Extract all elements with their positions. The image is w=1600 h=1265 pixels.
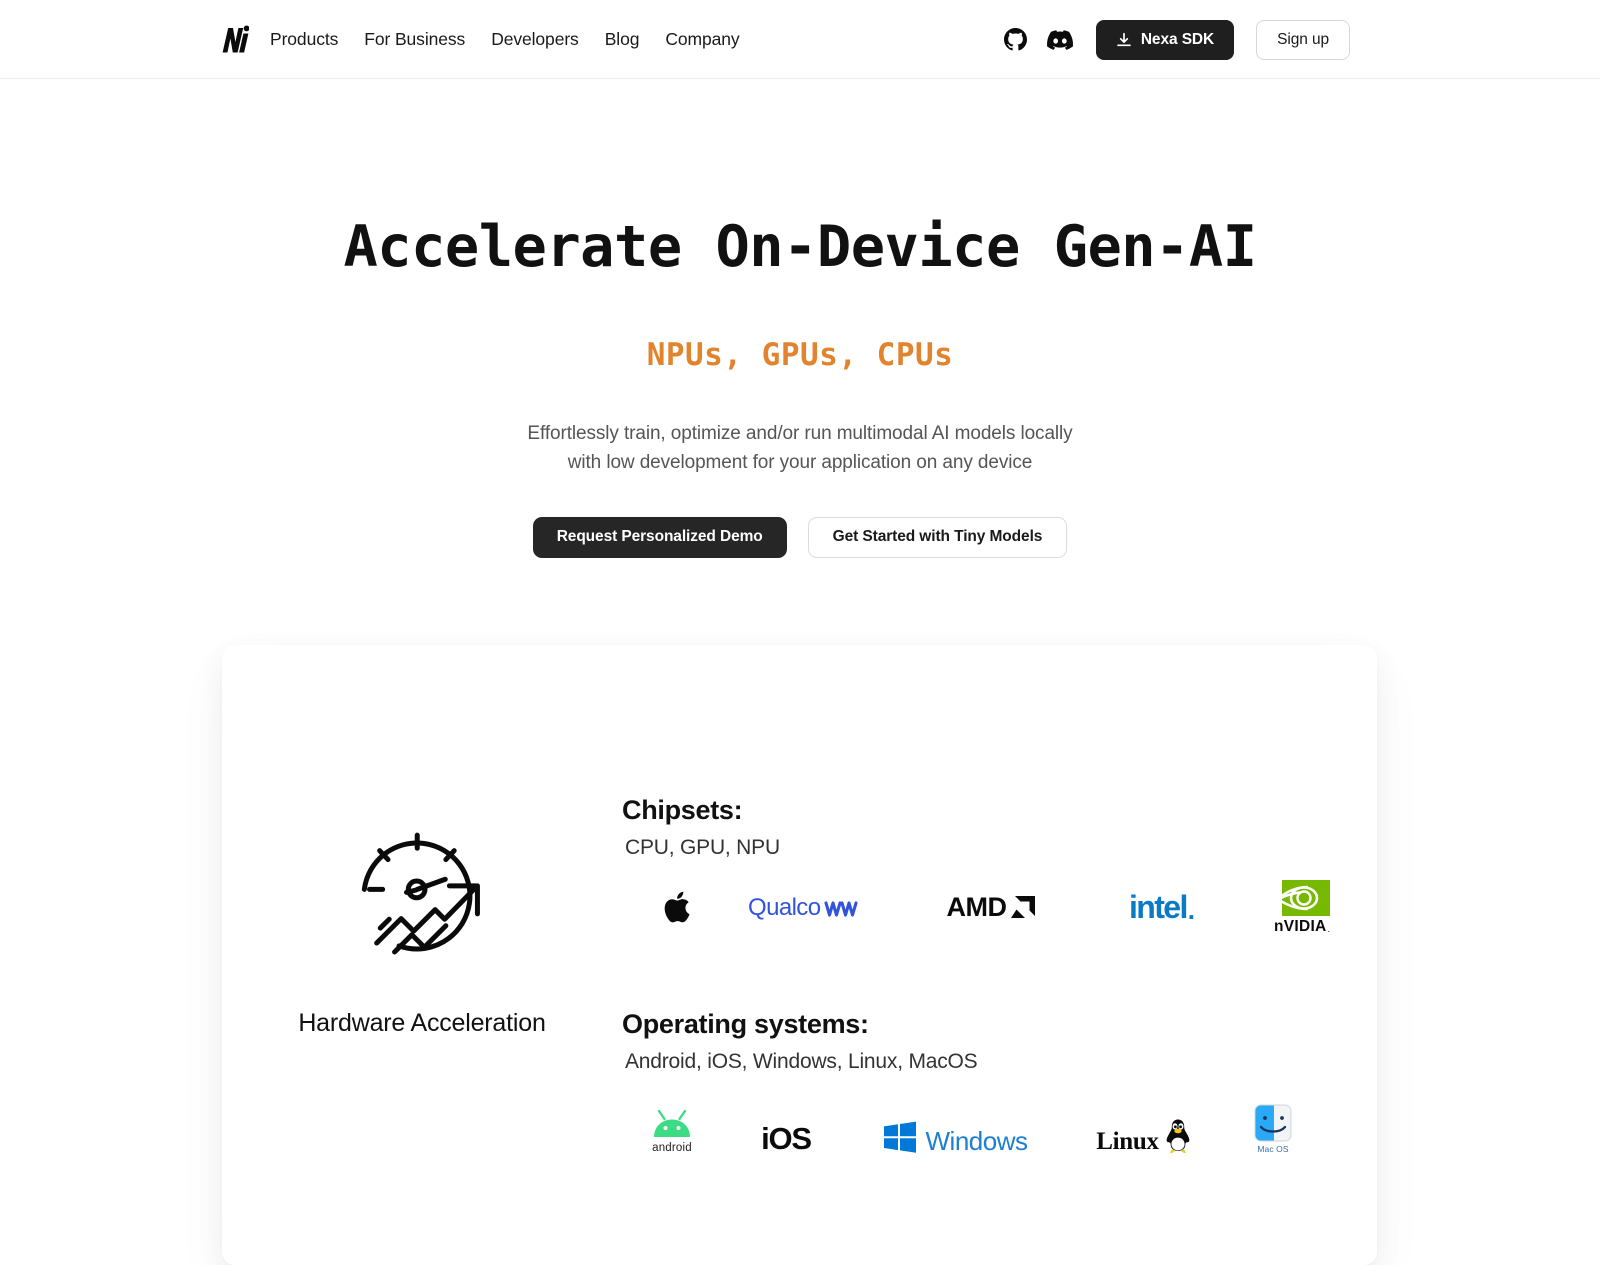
amd-logo: AMD — [902, 878, 1082, 936]
intel-wordmark: intel — [1128, 889, 1188, 925]
hero-subtitle: NPUs, GPUs, CPUs — [646, 336, 954, 373]
hardware-acceleration-block: Hardware Acceleration — [222, 795, 622, 1265]
discord-icon — [1046, 29, 1073, 50]
discord-link[interactable] — [1038, 18, 1082, 62]
hero-section: Accelerate On-Device Gen-AI NPUs, GPUs, … — [0, 79, 1600, 558]
nav-item-products[interactable]: Products — [270, 29, 360, 50]
github-icon — [1004, 28, 1028, 51]
nexa-sdk-button-label: Nexa SDK — [1140, 30, 1215, 48]
windows-logo: Windows — [850, 1090, 1060, 1154]
linux-wordmark: Linux — [1096, 1128, 1159, 1155]
intel-logo: intel . — [1128, 889, 1196, 925]
get-started-button[interactable]: Get Started with Tiny Models — [807, 516, 1068, 558]
hero-description-line2: with low development for your applicatio… — [567, 452, 1033, 474]
hero-description: Effortlessly train, optimize and/or run … — [0, 419, 1600, 478]
hero-title: Accelerate On-Device Gen-AI — [343, 214, 1257, 280]
chipsets-heading: Chipsets: — [622, 795, 743, 825]
specs-column: Chipsets: CPU, GPU, NPU Qualco AMD intel… — [622, 795, 1377, 1265]
main-nav: Products For Business Developers Blog Co… — [270, 0, 744, 79]
apple-logo — [622, 878, 732, 936]
operating-systems-subtitle: Android, iOS, Windows, Linux, MacOS — [625, 1050, 978, 1073]
ios-logo: iOS — [722, 1090, 850, 1154]
nexa-ni-logo-icon — [222, 25, 249, 53]
svg-text:Qualco: Qualco — [748, 894, 821, 921]
hero-description-line1: Effortlessly train, optimize and/or run … — [527, 422, 1073, 444]
macos-finder-icon — [1254, 1104, 1292, 1142]
windows-panes-icon — [883, 1121, 916, 1153]
android-logo: android — [622, 1090, 722, 1154]
operating-systems-block: Operating systems: Android, iOS, Windows… — [622, 1009, 1377, 1154]
linux-logo: Linux — [1060, 1090, 1228, 1154]
os-logo-row: android iOS Windows Linux Mac OS — [622, 1090, 1377, 1154]
chipset-logo-row: Qualco AMD intel . nVIDIA . — [622, 878, 1377, 936]
speedometer-growth-icon — [327, 828, 517, 983]
nexa-sdk-button[interactable]: Nexa SDK — [1095, 19, 1235, 60]
android-wordmark: android — [652, 1142, 692, 1154]
android-robot-icon — [654, 1109, 690, 1137]
operating-systems-heading: Operating systems: — [622, 1009, 869, 1039]
request-demo-button[interactable]: Request Personalized Demo — [532, 516, 787, 558]
header-actions: Nexa SDK Sign up — [994, 0, 1350, 79]
nav-item-company[interactable]: Company — [665, 29, 739, 50]
ios-wordmark: iOS — [761, 1121, 812, 1156]
signup-button[interactable]: Sign up — [1256, 19, 1350, 60]
chipsets-subtitle: CPU, GPU, NPU — [625, 836, 780, 859]
windows-wordmark: Windows — [925, 1126, 1028, 1156]
nav-item-developers[interactable]: Developers — [491, 29, 601, 50]
hardware-acceleration-label: Hardware Acceleration — [298, 1009, 546, 1037]
hero-cta-group: Request Personalized Demo Get Started wi… — [0, 516, 1600, 558]
nav-item-for-business[interactable]: For Business — [364, 29, 487, 50]
nav-item-blog[interactable]: Blog — [605, 29, 662, 50]
github-link[interactable] — [994, 18, 1038, 62]
linux-penguin-icon — [1166, 1119, 1190, 1154]
macos-logo: Mac OS — [1228, 1090, 1318, 1154]
macos-wordmark: Mac OS — [1257, 1144, 1289, 1154]
amd-arrow-icon — [1010, 896, 1035, 918]
download-icon — [1116, 32, 1131, 46]
site-header: Products For Business Developers Blog Co… — [0, 0, 1600, 79]
nvidia-eye-icon — [1276, 879, 1330, 916]
amd-wordmark: AMD — [946, 891, 1008, 922]
nvidia-logo: nVIDIA . — [1242, 878, 1362, 936]
nvidia-wordmark: nVIDIA — [1273, 917, 1327, 935]
brand-logo[interactable] — [218, 22, 250, 56]
qualcomm-logo: Qualco — [732, 878, 902, 936]
chipsets-block: Chipsets: CPU, GPU, NPU Qualco AMD intel… — [622, 795, 1377, 936]
hardware-feature-card: Hardware Acceleration Chipsets: CPU, GPU… — [222, 645, 1377, 1265]
